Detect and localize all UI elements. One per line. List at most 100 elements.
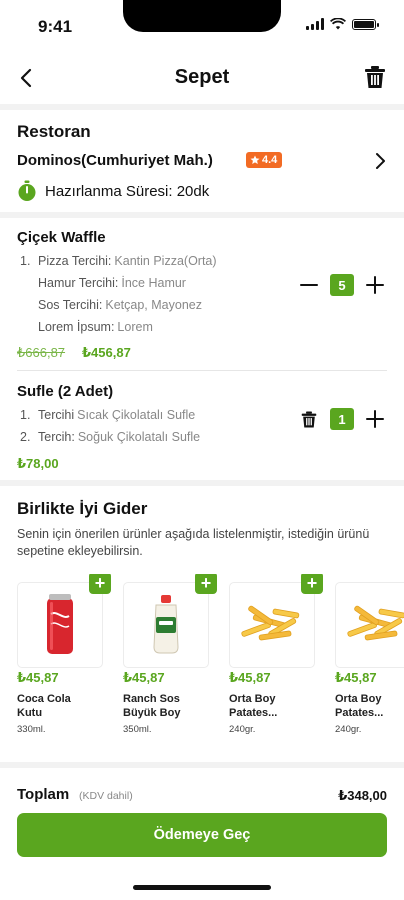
status-time: 9:41 [38,17,73,36]
total-tax-note: (KDV dahil) [79,790,133,802]
cart-item-options: 1. Tercihi Sıcak Çikolatalı Sufle 2. Ter… [20,404,200,448]
quantity-value: 1 [330,408,354,430]
cola-can-icon [47,594,73,654]
page-title: Sepet [174,66,230,88]
card-name: Coca Cola Kutu [17,693,71,719]
option-value: Kantin Pizza(Orta) [114,254,217,268]
restaurant-section-title: Restoran [17,122,91,141]
card-size: 240gr. [229,724,256,735]
battery-icon [352,18,379,30]
item-price: ₺456,87 [82,345,131,360]
card-price: ₺45,87 [123,670,165,685]
restaurant-name[interactable]: Dominos(Cumhuriyet Mah.) [17,152,213,169]
add-to-cart-button[interactable]: + [89,574,111,594]
option-row: 1. Tercihi Sıcak Çikolatalı Sufle [20,404,200,426]
option-key: Lorem İpsum: [38,320,115,334]
increase-button[interactable] [364,408,386,430]
clear-cart-button[interactable] [364,64,388,92]
sauce-bottle-icon [153,595,179,654]
option-key: Hamur Tercihi: [38,276,119,290]
section-divider [0,104,404,110]
option-key: Pizza Tercihi: [38,254,112,268]
home-indicator [133,885,271,890]
option-key: Tercihi [38,408,75,422]
restaurant-details-button[interactable] [374,150,388,172]
card-size: 350ml. [123,724,152,735]
minus-icon [300,284,318,286]
status-bar: 9:41 [0,0,404,50]
card-name: Orta Boy Patates... [229,693,278,719]
old-price: ₺666,87 [17,345,66,360]
cart-item-options: 1. Pizza Tercihi: Kantin Pizza(Orta) Ham… [20,250,217,338]
product-image[interactable] [229,582,315,668]
chevron-right-icon [376,153,385,169]
quantity-value: 5 [330,274,354,296]
card-price: ₺45,87 [17,670,59,685]
product-image[interactable] [17,582,103,668]
trash-icon [365,66,385,88]
plus-icon [366,410,384,428]
option-value: Ketçap, Mayonez [105,298,202,312]
trash-icon [301,411,317,427]
quantity-stepper: 1 [298,408,386,430]
cart-item-title: Çiçek Waffle [17,229,106,246]
total-row: Toplam (KDV dahil) ₺348,00 [17,786,387,808]
option-value: Soğuk Çikolatalı Sufle [77,430,201,444]
app-header: Sepet [0,56,404,100]
option-row: Lorem İpsum: Lorem [20,316,217,338]
total-label: Toplam [17,786,70,803]
card-price: ₺45,87 [335,670,377,685]
decrease-button[interactable] [298,274,320,296]
option-value: İnce Hamur [121,276,186,290]
card-price: ₺45,87 [229,670,271,685]
add-to-cart-button[interactable]: + [195,574,217,594]
prep-time-label: Hazırlanma Süresi: 20dk [45,182,210,200]
option-number: 2. [20,430,31,444]
product-image[interactable] [335,582,404,668]
option-key: Tercih: [38,430,75,444]
option-row: Hamur Tercihi: İnce Hamur [20,272,217,294]
quantity-stepper: 5 [298,274,386,296]
suggestion-carousel[interactable]: + ₺45,87 Coca Cola Kutu 330ml. + ₺45,87 … [17,574,404,744]
option-row: 1. Pizza Tercihi: Kantin Pizza(Orta) [20,250,217,272]
total-value: ₺348,00 [338,788,387,803]
status-icons [306,18,379,30]
section-divider [0,762,404,768]
stopwatch-icon [18,180,36,201]
checkout-button[interactable]: Ödemeye Geç [17,813,387,857]
option-number [20,294,38,316]
option-row: 2. Tercih: Soğuk Çikolatalı Sufle [20,426,200,448]
signal-icon [306,18,324,30]
card-name: Ranch Sos Büyük Boy [123,693,181,719]
item-divider [17,370,387,371]
option-number [20,316,38,338]
suggestions-title: Birlikte İyi Gider [17,499,148,518]
product-image[interactable] [123,582,209,668]
option-number: 1. [20,254,31,268]
card-size: 330ml. [17,724,46,735]
rating-badge: 4.4 [246,152,283,168]
option-number [20,272,38,294]
increase-button[interactable] [364,274,386,296]
plus-icon [366,276,384,294]
section-divider [0,212,404,218]
star-icon [250,155,260,164]
wifi-icon [330,18,346,30]
item-price: ₺78,00 [17,456,59,471]
option-value: Sıcak Çikolatalı Sufle [77,408,196,422]
fries-icon [241,605,300,641]
rating-value: 4.4 [262,154,278,166]
remove-item-button[interactable] [298,408,320,430]
fries-icon [347,605,404,641]
option-key: Sos Tercihi: [38,298,103,312]
option-number: 1. [20,408,31,422]
suggestions-description: Senin için önerilen ürünler aşağıda list… [17,527,370,558]
prep-time: Hazırlanma Süresi: 20dk [17,180,209,202]
device-notch [123,0,281,32]
add-to-cart-button[interactable]: + [301,574,323,594]
option-row: Sos Tercihi: Ketçap, Mayonez [20,294,217,316]
cart-item-title: Sufle (2 Adet) [17,383,114,400]
section-divider [0,480,404,486]
option-value: Lorem [117,320,153,334]
card-size: 240gr. [335,724,362,735]
